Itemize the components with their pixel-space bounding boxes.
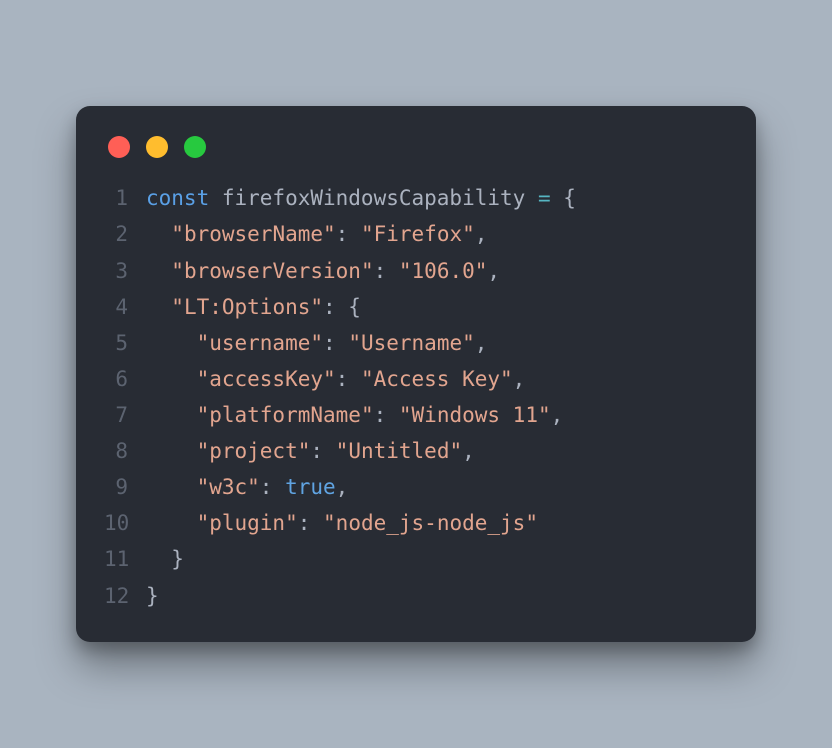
- code-token: "browserName": [171, 222, 335, 246]
- indent: [146, 403, 197, 427]
- code-token: "platformName": [197, 403, 374, 427]
- code-token: :: [374, 403, 399, 427]
- indent: [146, 511, 197, 535]
- code-content: "LT:Options": {: [146, 289, 728, 325]
- code-token: :: [323, 331, 348, 355]
- code-line: 4 "LT:Options": {: [104, 289, 728, 325]
- code-token: "106.0": [399, 259, 488, 283]
- indent: [146, 475, 197, 499]
- code-token: ,: [475, 222, 488, 246]
- code-content: "username": "Username",: [146, 325, 728, 361]
- code-window: 1const firefoxWindowsCapability = {2 "br…: [76, 106, 756, 641]
- code-token: ,: [475, 331, 488, 355]
- code-token: "node_js-node_js": [323, 511, 538, 535]
- code-line: 11 }: [104, 541, 728, 577]
- indent: [146, 367, 197, 391]
- line-number: 1: [104, 180, 146, 216]
- code-token: : {: [323, 295, 361, 319]
- code-content: "accessKey": "Access Key",: [146, 361, 728, 397]
- line-number: 9: [104, 469, 146, 505]
- indent: [146, 547, 171, 571]
- line-number: 5: [104, 325, 146, 361]
- line-number: 12: [104, 578, 146, 614]
- code-token: "Windows 11": [399, 403, 551, 427]
- code-token: "w3c": [197, 475, 260, 499]
- code-token: }: [146, 584, 159, 608]
- code-token: ,: [513, 367, 526, 391]
- code-content: "w3c": true,: [146, 469, 728, 505]
- code-content: "browserVersion": "106.0",: [146, 253, 728, 289]
- code-line: 6 "accessKey": "Access Key",: [104, 361, 728, 397]
- code-token: "LT:Options": [171, 295, 323, 319]
- code-line: 1const firefoxWindowsCapability = {: [104, 180, 728, 216]
- line-number: 6: [104, 361, 146, 397]
- line-number: 2: [104, 216, 146, 252]
- code-token: ,: [462, 439, 475, 463]
- zoom-icon[interactable]: [184, 136, 206, 158]
- code-token: const: [146, 186, 209, 210]
- line-number: 8: [104, 433, 146, 469]
- code-block: 1const firefoxWindowsCapability = {2 "br…: [104, 180, 728, 613]
- code-line: 12}: [104, 578, 728, 614]
- code-line: 2 "browserName": "Firefox",: [104, 216, 728, 252]
- code-line: 10 "plugin": "node_js-node_js": [104, 505, 728, 541]
- code-content: }: [146, 541, 728, 577]
- code-token: :: [374, 259, 399, 283]
- code-token: firefoxWindowsCapability: [209, 186, 538, 210]
- code-token: =: [538, 186, 551, 210]
- close-icon[interactable]: [108, 136, 130, 158]
- code-token: :: [310, 439, 335, 463]
- code-token: ,: [551, 403, 564, 427]
- line-number: 7: [104, 397, 146, 433]
- code-content: const firefoxWindowsCapability = {: [146, 180, 728, 216]
- code-token: "plugin": [197, 511, 298, 535]
- code-content: }: [146, 578, 728, 614]
- indent: [146, 331, 197, 355]
- indent: [146, 295, 171, 319]
- minimize-icon[interactable]: [146, 136, 168, 158]
- code-content: "platformName": "Windows 11",: [146, 397, 728, 433]
- code-line: 3 "browserVersion": "106.0",: [104, 253, 728, 289]
- code-token: :: [336, 367, 361, 391]
- code-line: 5 "username": "Username",: [104, 325, 728, 361]
- code-token: "Untitled": [336, 439, 462, 463]
- code-token: {: [563, 186, 576, 210]
- line-number: 11: [104, 541, 146, 577]
- line-number: 4: [104, 289, 146, 325]
- code-token: "Username": [348, 331, 474, 355]
- code-token: ,: [487, 259, 500, 283]
- indent: [146, 439, 197, 463]
- code-token: "Access Key": [361, 367, 513, 391]
- line-number: 3: [104, 253, 146, 289]
- code-token: :: [336, 222, 361, 246]
- indent: [146, 222, 171, 246]
- line-number: 10: [104, 505, 146, 541]
- indent: [146, 259, 171, 283]
- code-token: "browserVersion": [171, 259, 373, 283]
- code-line: 9 "w3c": true,: [104, 469, 728, 505]
- code-token: [551, 186, 564, 210]
- code-content: "project": "Untitled",: [146, 433, 728, 469]
- code-token: "Firefox": [361, 222, 475, 246]
- code-token: ,: [336, 475, 349, 499]
- code-line: 8 "project": "Untitled",: [104, 433, 728, 469]
- code-token: "project": [197, 439, 311, 463]
- code-token: :: [298, 511, 323, 535]
- code-token: "username": [197, 331, 323, 355]
- code-token: }: [171, 547, 184, 571]
- code-line: 7 "platformName": "Windows 11",: [104, 397, 728, 433]
- code-token: "accessKey": [197, 367, 336, 391]
- window-controls: [104, 130, 728, 180]
- code-content: "plugin": "node_js-node_js": [146, 505, 728, 541]
- code-token: true: [285, 475, 336, 499]
- code-token: :: [260, 475, 285, 499]
- code-content: "browserName": "Firefox",: [146, 216, 728, 252]
